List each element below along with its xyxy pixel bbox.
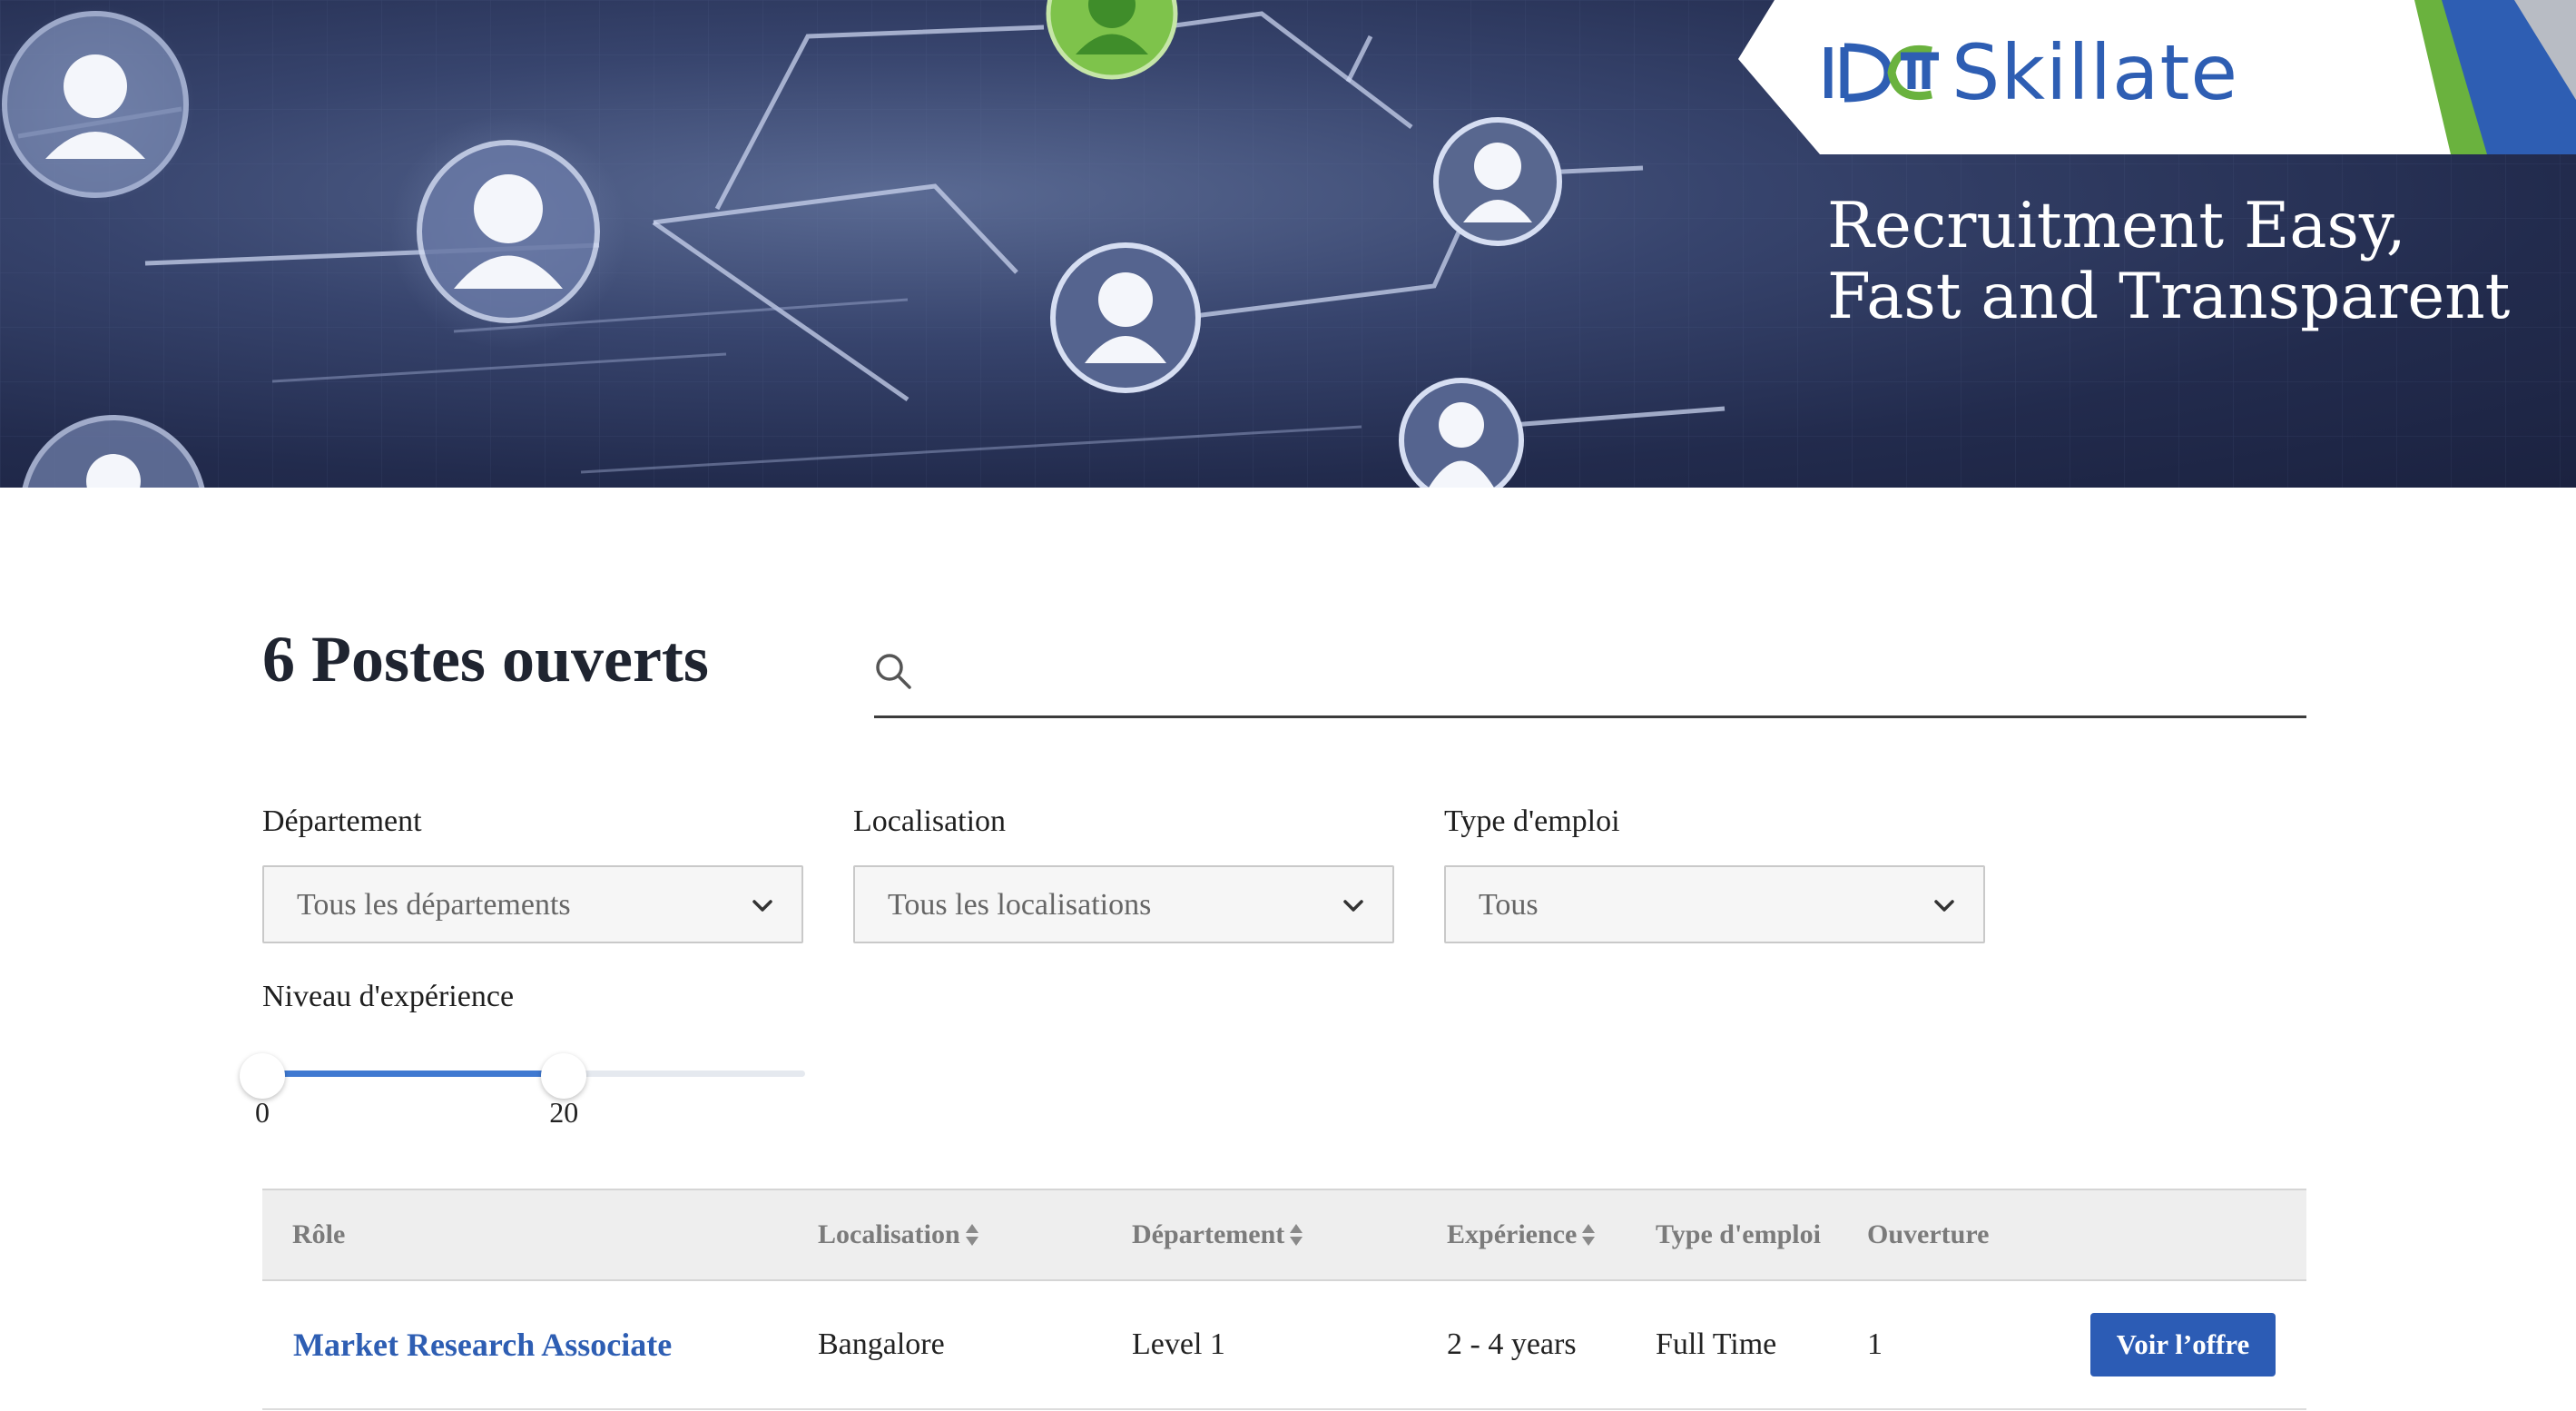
location-select-value: Tous les localisations — [888, 888, 1152, 922]
brand-name: Skillate — [1952, 28, 2239, 117]
skillate-logo-icon — [1824, 43, 1939, 103]
page-title: 6 Postes ouverts — [262, 623, 709, 696]
job-type: Full Time — [1656, 1327, 1777, 1361]
chevron-down-icon — [1343, 900, 1363, 912]
sort-icon[interactable] — [964, 1221, 980, 1248]
tagline-line: Recruitment Easy, — [1827, 190, 2406, 262]
job-role-link[interactable]: Market Research Associate — [293, 1281, 672, 1408]
slider-selected-range — [262, 1071, 565, 1077]
slider-min-handle[interactable] — [240, 1053, 285, 1099]
department-select-value: Tous les départements — [297, 888, 571, 922]
column-header-label: Rôle — [292, 1219, 346, 1249]
chevron-down-icon — [752, 900, 772, 912]
column-header-label: Expérience — [1447, 1219, 1578, 1249]
brand-logo[interactable]: Skillate — [1824, 28, 2239, 117]
slider-min-value: 0 — [255, 1096, 270, 1129]
tagline-line: Fast and Transparent — [1827, 261, 2511, 333]
column-header-experience[interactable]: Expérience — [1447, 1190, 1597, 1279]
view-offer-button[interactable]: Voir l’offre — [2090, 1313, 2276, 1376]
job-location: Bangalore — [818, 1327, 945, 1361]
search-input[interactable] — [929, 637, 2294, 712]
jobs-table: Rôle Localisation Département Expérience… — [262, 1189, 2306, 1410]
column-header-label: Type d'emploi — [1656, 1219, 1821, 1249]
job-type-select[interactable]: Tous — [1444, 865, 1985, 943]
column-header-label: Ouverture — [1867, 1219, 1990, 1249]
table-row: Market Research Associate Bangalore Leve… — [262, 1281, 2306, 1410]
location-select[interactable]: Tous les localisations — [853, 865, 1394, 943]
column-header-location[interactable]: Localisation — [818, 1190, 980, 1279]
location-filter-label: Localisation — [853, 804, 1007, 838]
table-header: Rôle Localisation Département Expérience… — [262, 1189, 2306, 1281]
column-header-label: Localisation — [818, 1219, 960, 1249]
hero-banner: Skillate Recruitment Easy, Fast and Tran… — [0, 0, 2576, 488]
experience-range-slider[interactable] — [240, 1053, 805, 1099]
job-experience: 2 - 4 years — [1447, 1327, 1577, 1361]
chevron-down-icon — [1934, 900, 1954, 912]
column-header-openings: Ouverture — [1867, 1190, 1989, 1279]
sort-icon[interactable] — [1580, 1221, 1597, 1248]
job-type-select-value: Tous — [1479, 888, 1539, 922]
sort-icon[interactable] — [1288, 1221, 1304, 1248]
department-select[interactable]: Tous les départements — [262, 865, 803, 943]
experience-filter-label: Niveau d'expérience — [262, 980, 515, 1013]
column-header-label: Département — [1132, 1219, 1285, 1249]
job-openings: 1 — [1867, 1327, 1883, 1361]
slider-max-handle[interactable] — [541, 1053, 587, 1099]
column-header-department[interactable]: Département — [1132, 1190, 1304, 1279]
search-icon — [876, 654, 911, 689]
department-filter-label: Département — [262, 804, 422, 838]
column-header-role: Rôle — [292, 1190, 345, 1279]
slider-max-value: 20 — [549, 1096, 579, 1129]
job-department: Level 1 — [1132, 1327, 1225, 1361]
column-header-job-type: Type d'emploi — [1656, 1190, 1821, 1279]
search-bar — [874, 637, 2306, 718]
job-type-filter-label: Type d'emploi — [1444, 804, 1620, 838]
tagline: Recruitment Easy, Fast and Transparent — [1827, 191, 2517, 332]
